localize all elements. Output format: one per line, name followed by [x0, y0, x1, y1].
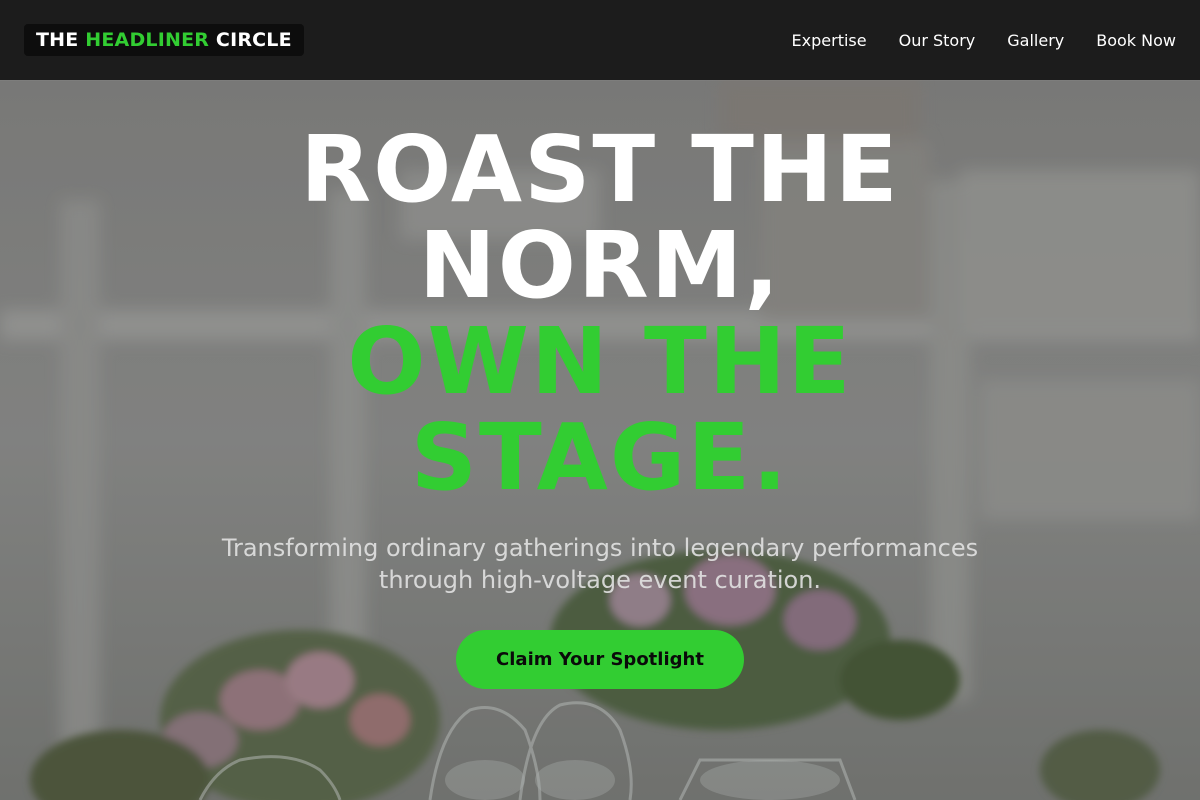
- nav-item-book-now[interactable]: Book Now: [1096, 31, 1176, 50]
- headline-line-1: ROAST THE: [300, 116, 900, 223]
- hero-subtitle: Transforming ordinary gatherings into le…: [221, 534, 979, 594]
- brand-part1: THE: [36, 29, 86, 51]
- brand-accent: HEADLINER: [85, 29, 210, 51]
- brand-logo[interactable]: THE HEADLINER CIRCLE: [24, 24, 304, 56]
- brand-part2: CIRCLE: [209, 29, 292, 51]
- nav-item-expertise[interactable]: Expertise: [792, 31, 867, 50]
- hero-headline: ROAST THE NORM, OWN THE STAGE.: [0, 80, 1200, 506]
- nav-links: Expertise Our Story Gallery Book Now: [792, 31, 1176, 50]
- headline-line-4: STAGE.: [410, 404, 790, 511]
- claim-spotlight-button[interactable]: Claim Your Spotlight: [456, 630, 744, 689]
- nav-item-our-story[interactable]: Our Story: [899, 31, 976, 50]
- headline-line-3: OWN THE: [347, 308, 853, 415]
- hero-content: ROAST THE NORM, OWN THE STAGE. Transform…: [0, 80, 1200, 689]
- headline-line-2: NORM,: [418, 212, 782, 319]
- hero-section: ROAST THE NORM, OWN THE STAGE. Transform…: [0, 80, 1200, 800]
- nav-item-gallery[interactable]: Gallery: [1007, 31, 1064, 50]
- top-navbar: THE HEADLINER CIRCLE Expertise Our Story…: [0, 0, 1200, 80]
